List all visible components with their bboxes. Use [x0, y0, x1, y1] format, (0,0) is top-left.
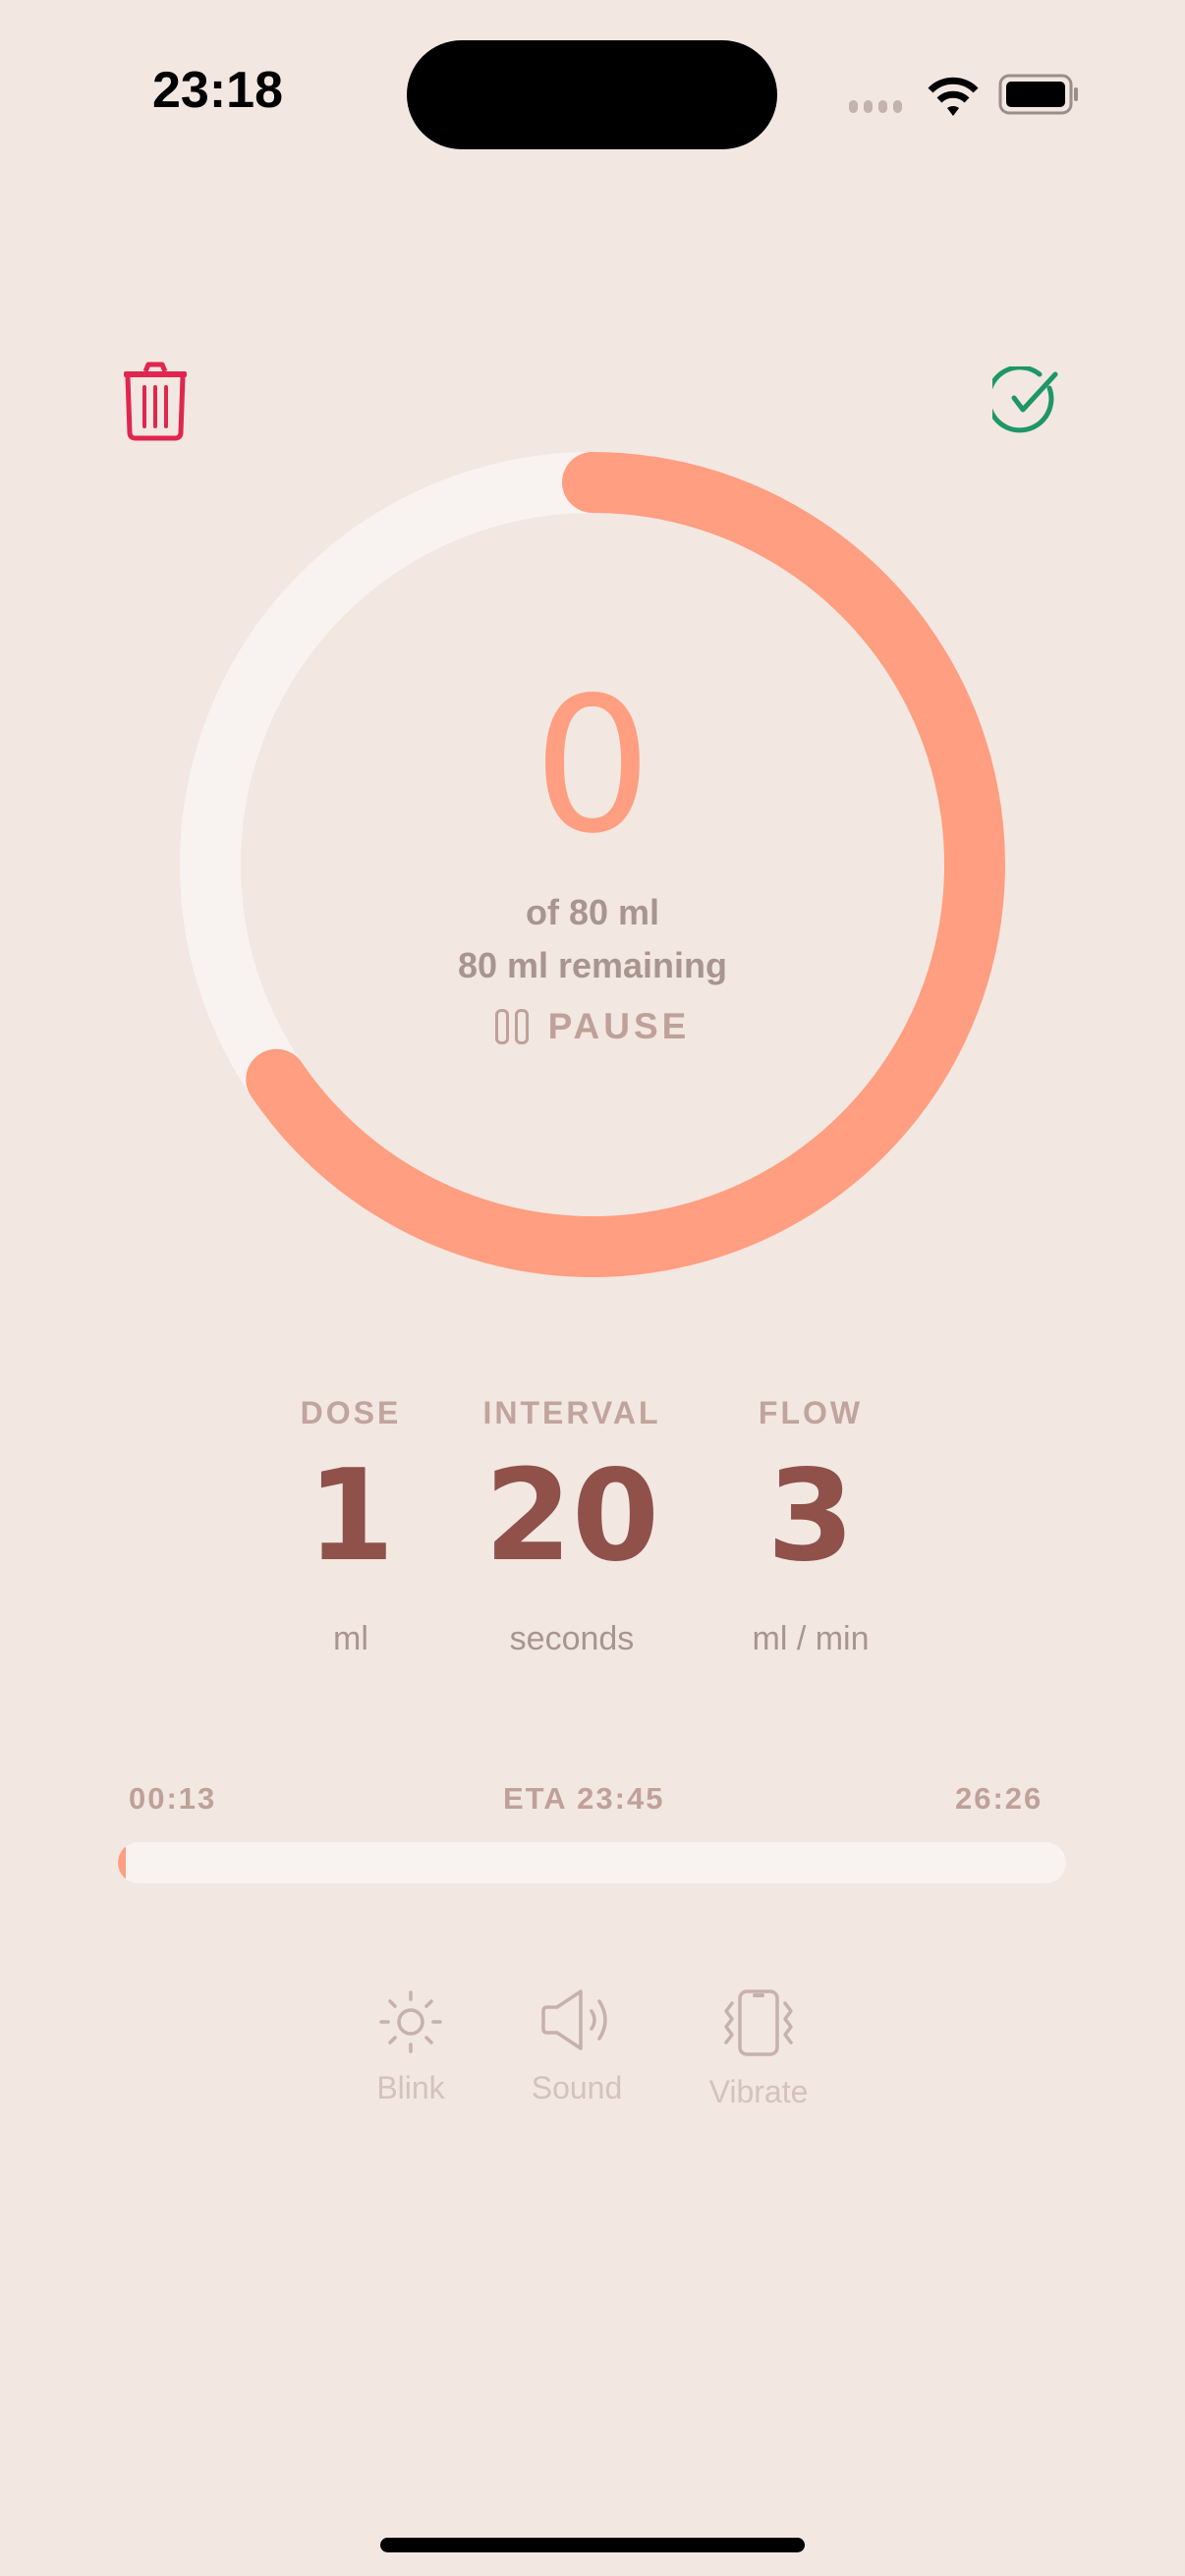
cellular-signal-icon	[849, 100, 902, 113]
stat-dose[interactable]: DOSE 1 ml	[233, 1395, 469, 1658]
elapsed-time: 00:13	[129, 1781, 217, 1816]
phone-vibrate-icon	[724, 1989, 793, 2056]
alert-label: Vibrate	[708, 2074, 809, 2109]
pause-icon	[494, 1009, 529, 1044]
remaining-time: 26:26	[955, 1781, 1044, 1816]
stat-label: INTERVAL	[482, 1395, 661, 1430]
delete-button[interactable]	[118, 362, 193, 442]
speaker-icon	[541, 1989, 607, 2050]
eta-time: ETA 23:45	[503, 1781, 665, 1816]
trash-icon	[124, 362, 187, 441]
battery-icon	[998, 74, 1078, 115]
timeline-progress-fill	[118, 1842, 126, 1883]
stat-value: 3	[766, 1443, 855, 1590]
stat-unit: ml	[333, 1620, 368, 1657]
timeline-progress-bar[interactable]	[118, 1842, 1066, 1883]
pause-label: PAUSE	[547, 1006, 691, 1046]
wifi-icon	[928, 77, 979, 116]
delivered-amount: 0	[533, 657, 652, 874]
stat-unit: seconds	[509, 1620, 635, 1657]
stat-value: 20	[483, 1443, 660, 1590]
alert-label: Blink	[376, 2070, 445, 2105]
dynamic-island	[407, 40, 777, 149]
sun-icon	[379, 1990, 442, 2053]
pause-button[interactable]: PAUSE	[494, 1006, 691, 1047]
progress-summary: 0 of 80 ml 80 ml remaining PAUSE	[298, 668, 887, 1049]
stat-flow[interactable]: FLOW 3 ml / min	[693, 1395, 929, 1658]
remaining-amount: 80 ml remaining	[457, 945, 728, 985]
total-amount: of 80 ml	[525, 892, 660, 932]
confirm-button[interactable]	[986, 364, 1063, 437]
home-indicator	[380, 2538, 805, 2552]
alert-vibrate-toggle[interactable]: Vibrate	[685, 1989, 832, 2110]
stat-unit: ml / min	[752, 1620, 870, 1657]
alert-label: Sound	[531, 2070, 623, 2105]
stat-value: 1	[307, 1443, 395, 1590]
alert-sound-toggle[interactable]: Sound	[503, 1989, 650, 2106]
stat-label: FLOW	[758, 1395, 864, 1430]
stat-label: DOSE	[300, 1395, 402, 1430]
status-bar-time: 23:18	[152, 62, 283, 119]
checkmark-circle-icon	[986, 364, 1058, 433]
alert-blink-toggle[interactable]: Blink	[337, 1989, 484, 2106]
stat-interval[interactable]: INTERVAL 20 seconds	[454, 1395, 690, 1658]
